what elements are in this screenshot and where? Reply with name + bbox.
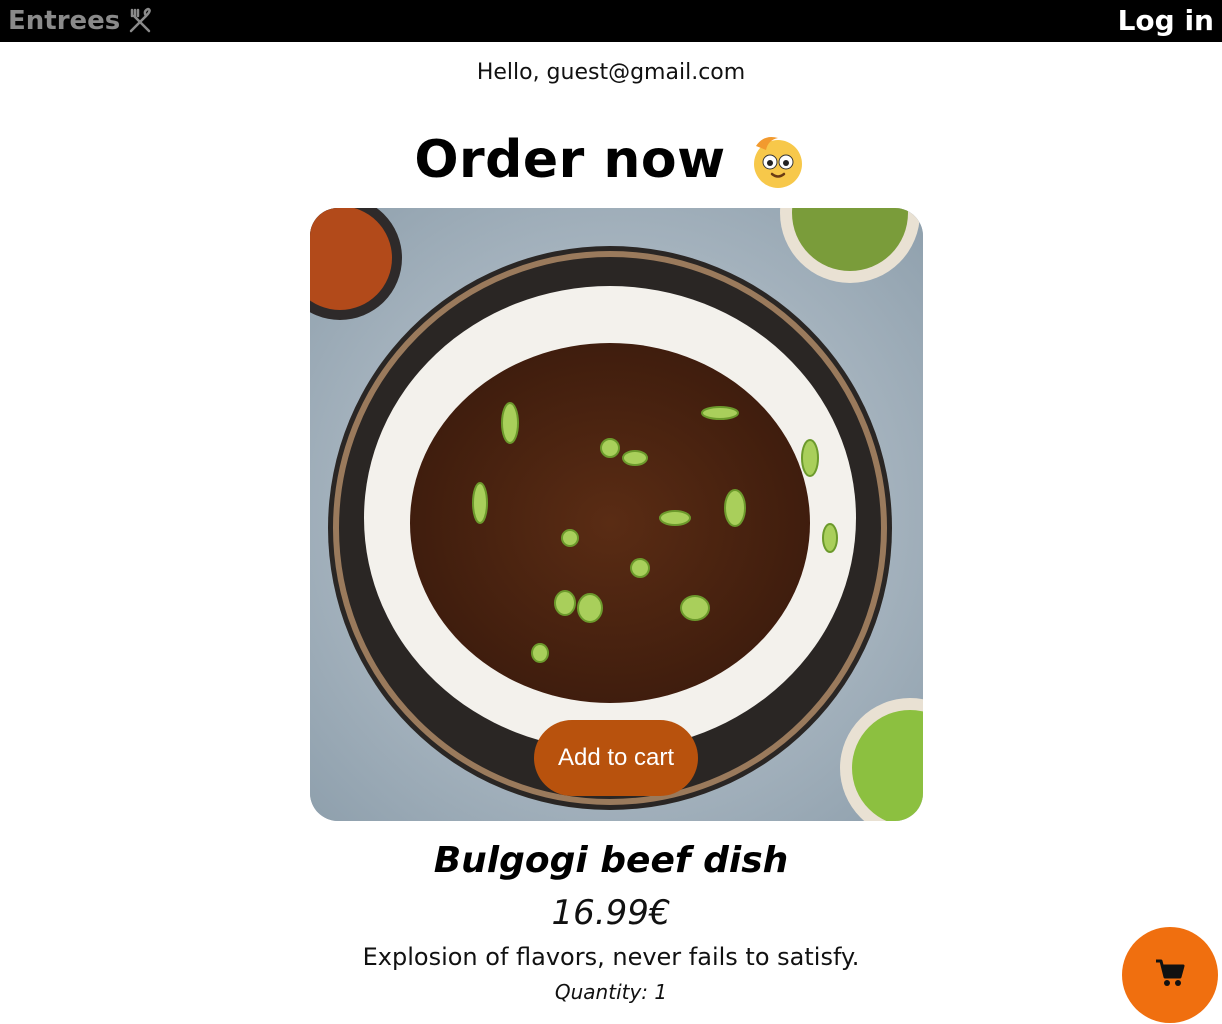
brand-label: Entrees	[8, 6, 121, 36]
brand[interactable]: Entrees	[8, 5, 154, 37]
top-bar: Entrees Log in	[0, 0, 1222, 42]
face-emoji-icon	[744, 128, 808, 192]
product-description: Explosion of flavors, never fails to sat…	[362, 943, 860, 971]
product-price: 16.99€	[551, 893, 671, 933]
login-link[interactable]: Log in	[1118, 5, 1214, 37]
cart-button[interactable]	[1122, 927, 1218, 1023]
utensils-icon	[126, 7, 154, 35]
title-row: Order now	[0, 128, 1222, 192]
cart-icon	[1153, 956, 1187, 994]
product-quantity: Quantity: 1	[554, 980, 668, 1004]
greeting-text: Hello, guest@gmail.com	[476, 60, 746, 85]
page-title: Order now	[414, 130, 726, 190]
product-name: Bulgogi beef dish	[433, 840, 789, 881]
add-to-cart-button[interactable]: Add to cart	[534, 720, 698, 796]
